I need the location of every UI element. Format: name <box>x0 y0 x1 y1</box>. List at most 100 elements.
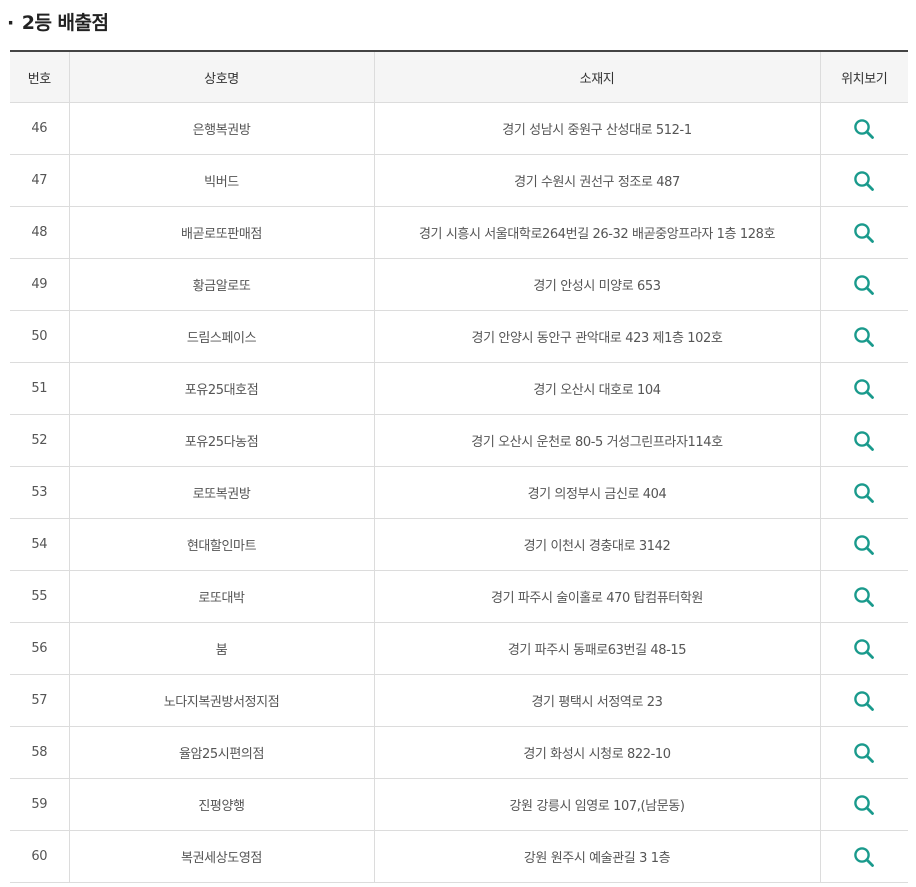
store-name: 율암25시편의점 <box>69 726 375 779</box>
store-name: 은행복권방 <box>69 102 375 155</box>
location-cell <box>820 258 908 311</box>
store-name: 로또대박 <box>69 570 375 623</box>
row-number: 46 <box>10 102 70 155</box>
row-number: 56 <box>10 622 70 675</box>
store-address: 경기 이천시 경충대로 3142 <box>374 518 821 571</box>
table-row: 59 진평양행 강원 강릉시 임영로 107,(남문동) <box>10 778 908 831</box>
view-location-button[interactable] <box>852 793 876 817</box>
table-row: 47 빅버드 경기 수원시 권선구 정조로 487 <box>10 154 908 207</box>
store-address: 경기 안양시 동안구 관악대로 423 제1층 102호 <box>374 310 821 363</box>
search-icon <box>854 430 875 451</box>
winning-stores-table: 번호 상호명 소재지 위치보기 46 은행복권방 경기 성남시 중원구 산성대로 5… <box>10 50 908 883</box>
section-title: · 2등 배출점 <box>7 9 109 37</box>
location-cell <box>820 518 908 571</box>
table-header-row: 번호 상호명 소재지 위치보기 <box>10 51 908 103</box>
location-cell <box>820 570 908 623</box>
view-location-button[interactable] <box>852 741 876 765</box>
table-row: 55 로또대박 경기 파주시 술이홀로 470 탑컴퓨터학원 <box>10 570 908 623</box>
search-icon <box>854 378 875 399</box>
view-location-button[interactable] <box>852 637 876 661</box>
row-number: 48 <box>10 206 70 259</box>
location-cell <box>820 830 908 883</box>
store-address: 경기 파주시 술이홀로 470 탑컴퓨터학원 <box>374 570 821 623</box>
store-name: 노다지복권방서정지점 <box>69 674 375 727</box>
column-header-address: 소재지 <box>374 51 821 103</box>
view-location-button[interactable] <box>852 169 876 193</box>
search-icon <box>854 742 875 763</box>
store-address: 강원 강릉시 임영로 107,(남문동) <box>374 778 821 831</box>
store-address: 경기 평택시 서정역로 23 <box>374 674 821 727</box>
row-number: 60 <box>10 830 70 883</box>
table-row: 49 황금알로또 경기 안성시 미양로 653 <box>10 258 908 311</box>
location-cell <box>820 622 908 675</box>
store-name: 포유25다농점 <box>69 414 375 467</box>
table-row: 54 현대할인마트 경기 이천시 경충대로 3142 <box>10 518 908 571</box>
view-location-button[interactable] <box>852 273 876 297</box>
store-name: 배곧로또판매점 <box>69 206 375 259</box>
search-icon <box>854 794 875 815</box>
store-address: 경기 오산시 대호로 104 <box>374 362 821 415</box>
store-name: 황금알로또 <box>69 258 375 311</box>
location-cell <box>820 674 908 727</box>
view-location-button[interactable] <box>852 221 876 245</box>
column-header-location: 위치보기 <box>820 51 908 103</box>
search-icon <box>854 846 875 867</box>
row-number: 57 <box>10 674 70 727</box>
search-icon <box>854 170 875 191</box>
search-icon <box>854 482 875 503</box>
location-cell <box>820 414 908 467</box>
table-row: 51 포유25대호점 경기 오산시 대호로 104 <box>10 362 908 415</box>
table-row: 60 복권세상도영점 강원 원주시 예술관길 3 1층 <box>10 830 908 883</box>
store-address: 경기 의정부시 금신로 404 <box>374 466 821 519</box>
table-row: 53 로또복권방 경기 의정부시 금신로 404 <box>10 466 908 519</box>
table-row: 48 배곧로또판매점 경기 시흥시 서울대학로264번길 26-32 배곧중앙프라자… <box>10 206 908 259</box>
search-icon <box>854 534 875 555</box>
table-row: 46 은행복권방 경기 성남시 중원구 산성대로 512-1 <box>10 102 908 155</box>
location-cell <box>820 726 908 779</box>
store-address: 경기 시흥시 서울대학로264번길 26-32 배곧중앙프라자 1층 128호 <box>374 206 821 259</box>
table-row: 57 노다지복권방서정지점 경기 평택시 서정역로 23 <box>10 674 908 727</box>
table-row: 50 드림스페이스 경기 안양시 동안구 관악대로 423 제1층 102호 <box>10 310 908 363</box>
view-location-button[interactable] <box>852 533 876 557</box>
row-number: 52 <box>10 414 70 467</box>
location-cell <box>820 778 908 831</box>
location-cell <box>820 310 908 363</box>
view-location-button[interactable] <box>852 325 876 349</box>
search-icon <box>854 690 875 711</box>
row-number: 53 <box>10 466 70 519</box>
store-name: 붐 <box>69 622 375 675</box>
view-location-button[interactable] <box>852 429 876 453</box>
store-name: 진평양행 <box>69 778 375 831</box>
search-icon <box>854 222 875 243</box>
store-address: 경기 화성시 시청로 822-10 <box>374 726 821 779</box>
column-header-name: 상호명 <box>69 51 375 103</box>
store-name: 포유25대호점 <box>69 362 375 415</box>
view-location-button[interactable] <box>852 481 876 505</box>
location-cell <box>820 102 908 155</box>
store-name: 현대할인마트 <box>69 518 375 571</box>
row-number: 59 <box>10 778 70 831</box>
location-cell <box>820 206 908 259</box>
search-icon <box>854 638 875 659</box>
store-name: 드림스페이스 <box>69 310 375 363</box>
table-row: 52 포유25다농점 경기 오산시 운천로 80-5 거성그린프라자114호 <box>10 414 908 467</box>
table-row: 56 붐 경기 파주시 동패로63번길 48-15 <box>10 622 908 675</box>
column-header-no: 번호 <box>10 51 70 103</box>
view-location-button[interactable] <box>852 117 876 141</box>
view-location-button[interactable] <box>852 689 876 713</box>
view-location-button[interactable] <box>852 377 876 401</box>
store-address: 경기 파주시 동패로63번길 48-15 <box>374 622 821 675</box>
search-icon <box>854 586 875 607</box>
row-number: 55 <box>10 570 70 623</box>
view-location-button[interactable] <box>852 845 876 869</box>
location-cell <box>820 154 908 207</box>
search-icon <box>854 326 875 347</box>
row-number: 50 <box>10 310 70 363</box>
row-number: 58 <box>10 726 70 779</box>
row-number: 47 <box>10 154 70 207</box>
row-number: 49 <box>10 258 70 311</box>
store-address: 경기 수원시 권선구 정조로 487 <box>374 154 821 207</box>
view-location-button[interactable] <box>852 585 876 609</box>
row-number: 54 <box>10 518 70 571</box>
store-address: 경기 안성시 미양로 653 <box>374 258 821 311</box>
